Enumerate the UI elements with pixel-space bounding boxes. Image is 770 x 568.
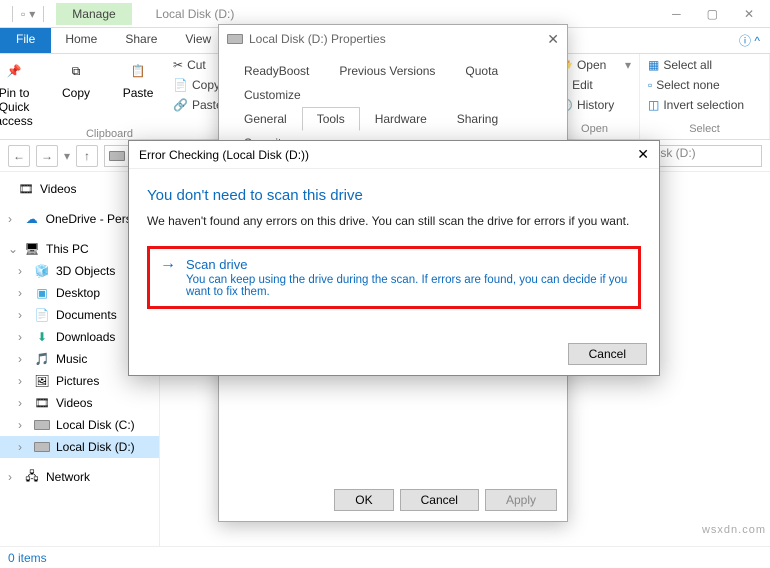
close-icon[interactable]: ✕ (744, 7, 754, 21)
videos-icon: 🎞 (18, 181, 34, 197)
chevron-right-icon: › (8, 470, 18, 484)
maximize-icon[interactable]: ▢ (707, 7, 718, 21)
paste-label: Paste (123, 86, 154, 100)
tree-item-network[interactable]: ›🖧Network (0, 466, 159, 488)
scissors-icon: ✂ (173, 58, 183, 72)
network-icon: 🖧 (24, 469, 40, 485)
pin-button[interactable]: 📌 Pin to Quick access (0, 58, 41, 128)
chevron-right-icon: › (18, 440, 28, 454)
drive-icon (34, 439, 50, 455)
tab-quota[interactable]: Quota (450, 59, 513, 83)
dialog-message: We haven't found any errors on this driv… (147, 214, 641, 228)
chevron-right-icon: › (18, 352, 28, 366)
group-open-label: Open (581, 123, 608, 135)
chevron-right-icon: › (18, 330, 28, 344)
copy-button[interactable]: ⧉ Copy (49, 58, 103, 100)
dialog-title: Error Checking (Local Disk (D:)) (139, 148, 309, 162)
tab-tools[interactable]: Tools (302, 107, 360, 131)
dialog-heading: You don't need to scan this drive (147, 187, 641, 204)
select-all-button[interactable]: ▦Select all (648, 58, 744, 72)
drive-icon (34, 417, 50, 433)
edit-button[interactable]: ✎Edit (558, 78, 631, 92)
cancel-button[interactable]: Cancel (568, 343, 647, 365)
pc-icon: 🖥 (24, 241, 40, 257)
search-input[interactable]: Disk (D:) (642, 145, 762, 167)
dialog-title: Local Disk (D:) Properties (249, 32, 386, 46)
invert-icon: ◫ (648, 98, 659, 112)
pin-label: Pin to Quick access (0, 86, 41, 128)
tree-item-videos2[interactable]: ›🎞Videos (0, 392, 159, 414)
drive-icon (227, 34, 243, 44)
tree-item-disk-d[interactable]: ›Local Disk (D:) (0, 436, 159, 458)
manage-tab[interactable]: Manage (56, 3, 131, 25)
tab-previous-versions[interactable]: Previous Versions (324, 59, 450, 83)
chevron-right-icon: › (18, 396, 28, 410)
paste-icon: 📋 (125, 58, 151, 84)
documents-icon: 📄 (34, 307, 50, 323)
pictures-icon: 🖼 (34, 373, 50, 389)
chevron-right-icon: › (18, 264, 28, 278)
copy-label: Copy (62, 86, 90, 100)
close-icon[interactable]: ✕ (547, 31, 559, 48)
chevron-right-icon: › (18, 418, 28, 432)
tab-sharing[interactable]: Sharing (442, 107, 513, 131)
path-icon: 📄 (173, 78, 188, 92)
qat-dropdown-icon[interactable]: ▾ (29, 7, 35, 21)
group-select-label: Select (689, 123, 720, 135)
paste-button[interactable]: 📋 Paste (111, 58, 165, 100)
select-none-button[interactable]: ▫Select none (648, 78, 744, 92)
music-icon: 🎵 (34, 351, 50, 367)
error-checking-dialog: Error Checking (Local Disk (D:)) ✕ You d… (128, 140, 660, 376)
chevron-right-icon: › (18, 286, 28, 300)
scan-drive-title: Scan drive (186, 257, 628, 272)
qat-save-icon[interactable]: ▫ (21, 7, 25, 21)
tab-hardware[interactable]: Hardware (360, 107, 442, 131)
minimize-icon[interactable]: ─ (672, 7, 681, 21)
cancel-button[interactable]: Cancel (400, 489, 479, 511)
chevron-right-icon: › (8, 212, 18, 226)
collapse-ribbon-icon[interactable]: ⓘ ^ (729, 28, 770, 53)
group-clipboard-label: Clipboard (86, 128, 133, 140)
up-button[interactable]: ↑ (76, 145, 98, 167)
chevron-right-icon: › (18, 308, 28, 322)
close-icon[interactable]: ✕ (637, 146, 649, 163)
downloads-icon: ⬇ (34, 329, 50, 345)
pin-icon: 📌 (1, 58, 27, 84)
tree-item-disk-c[interactable]: ›Local Disk (C:) (0, 414, 159, 436)
recent-dropdown-icon[interactable]: ▾ (64, 149, 70, 163)
invert-selection-button[interactable]: ◫Invert selection (648, 98, 744, 112)
forward-button[interactable]: → (36, 145, 58, 167)
tab-home[interactable]: Home (51, 28, 111, 53)
ok-button[interactable]: OK (334, 489, 393, 511)
tab-customize[interactable]: Customize (229, 83, 316, 107)
tab-share[interactable]: Share (111, 28, 171, 53)
chevron-right-icon: › (18, 374, 28, 388)
select-none-icon: ▫ (648, 78, 652, 92)
select-all-icon: ▦ (648, 58, 659, 72)
back-button[interactable]: ← (8, 145, 30, 167)
status-items: 0 items (8, 551, 47, 565)
tab-general[interactable]: General (229, 107, 302, 131)
arrow-right-icon: → (160, 257, 176, 298)
chevron-down-icon: ⌄ (8, 242, 18, 256)
videos-icon: 🎞 (34, 395, 50, 411)
tab-readyboost[interactable]: ReadyBoost (229, 59, 324, 83)
drive-icon (109, 151, 125, 161)
watermark: wsxdn.com (702, 524, 766, 536)
apply-button[interactable]: Apply (485, 489, 557, 511)
tab-file[interactable]: File (0, 28, 51, 53)
3d-icon: 🧊 (34, 263, 50, 279)
history-button[interactable]: 🕑History (558, 98, 631, 112)
desktop-icon: ▣ (34, 285, 50, 301)
scan-drive-subtitle: You can keep using the drive during the … (186, 274, 628, 298)
copy-icon: ⧉ (63, 58, 89, 84)
onedrive-icon: ☁ (24, 211, 40, 227)
open-button[interactable]: 📂Open▾ (558, 58, 631, 72)
scan-drive-option[interactable]: → Scan drive You can keep using the driv… (147, 246, 641, 309)
shortcut-icon: 🔗 (173, 98, 188, 112)
status-bar: 0 items (0, 546, 770, 568)
chevron-down-icon: ▾ (625, 58, 631, 72)
window-title: Local Disk (D:) (156, 7, 235, 21)
